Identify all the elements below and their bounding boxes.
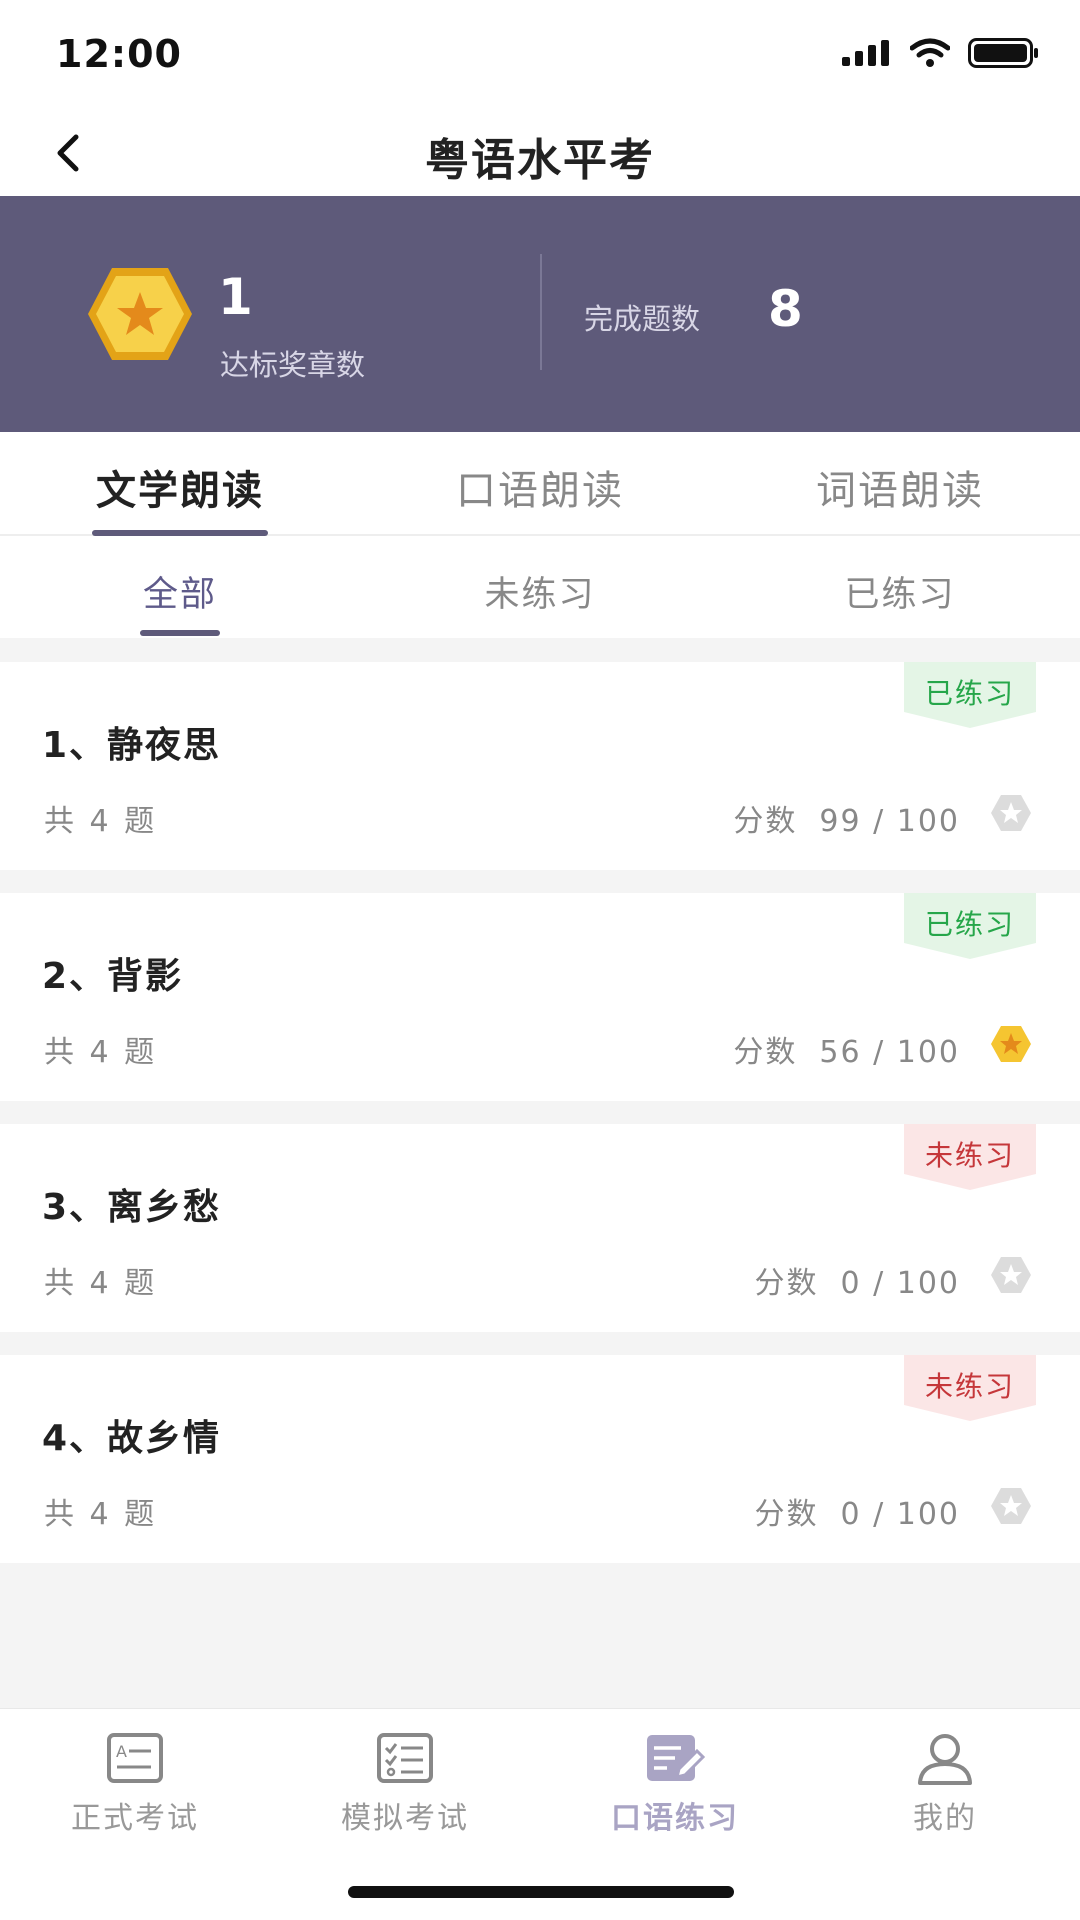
item-count: 共 4 题 <box>44 1266 158 1301</box>
status-time: 12:00 <box>56 32 182 76</box>
score-value: 56 / 100 <box>819 1035 960 1070</box>
item-score: 分数 56 / 100 <box>733 1027 960 1071</box>
status-icons <box>842 38 1040 68</box>
stats-divider <box>540 254 542 370</box>
signal-icon <box>842 40 889 66</box>
tabbar-label: 我的 <box>913 1801 977 1836</box>
user-icon <box>918 1734 972 1785</box>
item-score: 分数 99 / 100 <box>733 796 960 840</box>
status-badge: 已练习 <box>904 662 1036 728</box>
sub-tab-indicator <box>140 630 220 636</box>
page-title: 粤语水平考 <box>425 135 655 186</box>
subtab-all[interactable]: 全部 <box>0 566 360 617</box>
score-label: 分数 <box>754 1497 819 1532</box>
star-outline-icon <box>991 795 1031 831</box>
main-tabs: 文学朗读 口语朗读 词语朗读 <box>0 432 1080 536</box>
done-label: 完成题数 <box>584 302 701 336</box>
tabbar-item-formal-exam[interactable]: A 正式考试 <box>0 1731 270 1837</box>
status-badge: 已练习 <box>904 893 1036 959</box>
list-item[interactable]: 已练习 1、静夜思 共 4 题 分数 99 / 100 <box>0 662 1080 870</box>
score-value: 0 / 100 <box>840 1266 960 1301</box>
item-count: 共 4 题 <box>44 1497 158 1532</box>
star-outline-icon <box>991 1257 1031 1293</box>
list-item[interactable]: 已练习 2、背影 共 4 题 分数 56 / 100 <box>0 893 1080 1101</box>
sub-tabs: 全部 未练习 已练习 <box>0 536 1080 638</box>
item-title: 1、静夜思 <box>42 725 222 766</box>
tabbar-item-oral-practice[interactable]: 口语练习 <box>540 1731 810 1837</box>
item-title: 3、离乡愁 <box>42 1187 222 1228</box>
svg-text:A: A <box>116 1742 127 1761</box>
tabbar-label: 口语练习 <box>611 1801 739 1836</box>
status-badge-label: 已练习 <box>924 677 1015 710</box>
list-item[interactable]: 未练习 4、故乡情 共 4 题 分数 0 / 100 <box>0 1355 1080 1563</box>
tabbar-item-mock-exam[interactable]: 模拟考试 <box>270 1731 540 1837</box>
exam-doc-icon: A <box>107 1733 163 1783</box>
score-label: 分数 <box>754 1266 819 1301</box>
item-count: 共 4 题 <box>44 804 158 839</box>
exercise-list: 已练习 1、静夜思 共 4 题 分数 99 / 100 已练习 2、背影 共 4 … <box>0 662 1080 1586</box>
subtab-unpracticed[interactable]: 未练习 <box>360 566 720 617</box>
home-indicator <box>348 1886 734 1898</box>
item-title: 2、背影 <box>42 956 184 997</box>
status-badge: 未练习 <box>904 1355 1036 1421</box>
subtab-practiced[interactable]: 已练习 <box>720 566 1080 617</box>
medal-label: 达标奖章数 <box>220 348 366 382</box>
done-count: 8 <box>768 280 803 338</box>
tabbar-label: 模拟考试 <box>341 1801 469 1836</box>
medal-count: 1 <box>218 268 253 326</box>
score-value: 99 / 100 <box>819 804 960 839</box>
tab-literary-reading[interactable]: 文学朗读 <box>0 458 360 516</box>
stats-banner: 1 达标奖章数 完成题数 8 <box>0 196 1080 432</box>
tab-oral-reading[interactable]: 口语朗读 <box>360 458 720 516</box>
item-title: 4、故乡情 <box>42 1418 222 1459</box>
wifi-icon <box>910 38 950 67</box>
status-badge-label: 已练习 <box>924 908 1015 941</box>
status-badge: 未练习 <box>904 1124 1036 1190</box>
score-value: 0 / 100 <box>840 1497 960 1532</box>
score-label: 分数 <box>733 1035 798 1070</box>
item-score: 分数 0 / 100 <box>754 1489 960 1533</box>
item-count: 共 4 题 <box>44 1035 158 1070</box>
status-badge-label: 未练习 <box>924 1370 1015 1403</box>
list-item[interactable]: 未练习 3、离乡愁 共 4 题 分数 0 / 100 <box>0 1124 1080 1332</box>
tabbar-item-profile[interactable]: 我的 <box>810 1731 1080 1837</box>
status-bar: 12:00 <box>0 0 1080 110</box>
checklist-icon <box>377 1733 433 1783</box>
nav-bar: 粤语水平考 <box>0 110 1080 196</box>
battery-icon <box>968 38 1038 68</box>
star-outline-icon <box>991 1488 1031 1524</box>
tab-word-reading[interactable]: 词语朗读 <box>720 458 1080 516</box>
status-badge-label: 未练习 <box>924 1139 1015 1172</box>
score-label: 分数 <box>733 804 798 839</box>
item-score: 分数 0 / 100 <box>754 1258 960 1302</box>
medal-icon <box>88 268 192 360</box>
tabbar-label: 正式考试 <box>71 1801 199 1836</box>
star-gold-icon <box>991 1026 1031 1062</box>
edit-note-icon <box>647 1735 706 1781</box>
